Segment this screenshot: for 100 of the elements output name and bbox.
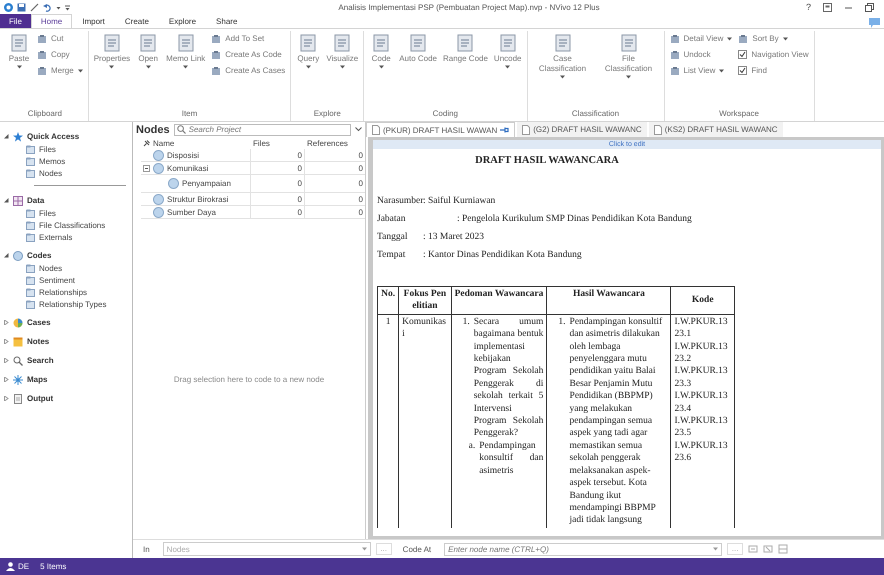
node-name[interactable]: Komunikasi [167,164,208,172]
caret-icon [362,547,367,551]
ribbon-tab[interactable]: Share [206,14,248,28]
ribbon-tab[interactable]: Import [72,14,115,28]
ribbon-button[interactable]: Sort By [738,33,809,44]
search-field[interactable]: Search Project [174,124,351,136]
ribbon-button[interactable]: Create As Cases [211,65,286,76]
in-label: In [143,544,150,554]
column-header: Kode [670,286,734,314]
table-cell: 1 [378,314,399,528]
help-button[interactable]: ? [806,2,811,12]
pencil-icon[interactable] [30,2,39,12]
checkbox[interactable] [738,50,748,59]
node-name[interactable]: Penyampaian [182,179,231,188]
item-count: 5 Items [40,562,66,571]
navigation-item[interactable]: Memos [39,156,66,166]
field-label: Narasumber [377,196,423,206]
collapsed-arrow-icon[interactable] [4,320,9,325]
column-header[interactable]: Files [251,137,305,149]
ribbon-button[interactable]: Detail View [670,33,732,44]
navigation-item[interactable]: Nodes [39,168,62,178]
ribbon-button[interactable]: Range Code [443,33,488,64]
column-header[interactable]: Name [141,137,251,149]
document-tab[interactable]: (KS2) DRAFT HASIL WAWANC [648,122,783,137]
list-marker: a. [468,440,476,453]
code-line: I.W.PKUR.13 [674,316,729,328]
navigation-section[interactable]: Maps [27,375,48,384]
ribbon-button[interactable]: Cut [37,33,83,44]
collapse-box-icon[interactable] [143,164,150,172]
ribbon-button[interactable]: List View [670,65,732,76]
document-tab[interactable]: (PKUR) DRAFT HASIL WAWAN [366,122,516,137]
navigation-item[interactable]: Externals [39,232,72,242]
expanded-arrow-icon[interactable] [4,134,9,139]
customize-icon[interactable] [65,2,70,12]
ribbon-button[interactable]: Open [136,33,160,69]
ribbon-group-label: Explore [312,109,342,120]
navigation-section[interactable]: Data [27,196,44,205]
ribbon-button[interactable]: Properties [94,33,130,69]
ribbon-button[interactable]: File Classification [598,33,658,79]
field-value: : Kantor Dinas Pendidikan Kota Bandung [423,250,582,260]
checkbox-label[interactable]: Navigation View [751,50,809,59]
node-name[interactable]: Struktur Birokrasi [167,194,228,204]
ribbon-tab[interactable]: Explore [158,14,206,28]
node-name[interactable]: Sumber Daya [167,208,216,216]
ribbon-button[interactable]: Query [296,33,320,69]
restore-icon[interactable] [865,2,874,12]
field-value: : Pengelola Kurikulum SMP Dinas Pendidikan Kota Bandung [457,214,692,224]
ribbon-button[interactable]: Merge [37,65,83,76]
navigation-item[interactable]: Files [39,144,56,154]
network-icon [13,374,23,384]
navigation-item[interactable]: Relationships [39,288,88,296]
node-name[interactable]: Disposisi [167,150,200,160]
circle-icon [168,178,179,189]
caret-icon[interactable] [355,127,362,132]
navigation-item[interactable]: Nodes [39,264,62,272]
ribbon-button[interactable]: Paste [7,33,31,69]
ribbon-button[interactable]: Uncode [494,33,522,69]
collapsed-arrow-icon[interactable] [4,377,9,382]
navigation-section[interactable]: Codes [27,251,52,260]
ribbon-display-icon[interactable] [823,2,832,12]
ribbon-button[interactable]: Undock [670,49,732,60]
navigation-section[interactable]: Notes [27,337,50,346]
ribbon-button[interactable]: Copy [37,49,83,60]
ribbon-button[interactable]: Code [369,33,394,69]
collapsed-arrow-icon[interactable] [4,396,9,401]
undo-icon[interactable] [43,2,52,12]
ribbon-button[interactable]: Auto Code [399,33,437,64]
ribbon-button[interactable]: Case Classification [532,33,592,79]
list-text: Pendampingan konsultif dan asimetris [479,440,544,478]
ribbon-button[interactable]: Visualize [326,33,358,69]
expanded-arrow-icon[interactable] [4,198,9,203]
navigation-item[interactable]: Relationship Types [39,300,106,308]
navigation-item[interactable]: Sentiment [39,276,76,284]
table-cell: 0 [251,162,305,174]
checkbox[interactable] [738,66,748,75]
folder-tile-icon [26,208,35,218]
navigation-item[interactable]: Files [39,208,56,218]
table-cell-text: 0 [358,150,364,161]
ribbon-tab[interactable]: Create [114,14,159,28]
column-header: Pedoman Wawancara [451,286,547,314]
document-tab[interactable]: (G2) DRAFT HASIL WAWANC [517,122,647,137]
ribbon-tab[interactable]: File [0,14,31,28]
node-name-field[interactable]: Enter node name (CTRL+Q) [444,542,722,556]
ribbon-button[interactable]: Create As Code [211,49,286,60]
column-header[interactable]: References [305,137,365,149]
navigation-section[interactable]: Search [27,356,54,365]
ribbon-tab[interactable]: Home [30,14,72,28]
collapsed-arrow-icon[interactable] [4,358,9,363]
checkbox-label[interactable]: Find [751,66,767,75]
navigation-item[interactable]: File Classifications [39,220,106,230]
navigation-section[interactable]: Output [27,394,54,403]
navigation-section[interactable]: Quick Access [27,132,80,141]
navigation-section[interactable]: Cases [27,318,51,327]
ribbon-button[interactable]: Memo Link [166,33,206,69]
save-icon[interactable] [17,2,26,12]
pin-icon[interactable] [500,127,510,133]
code-line: 23.5 [674,427,692,440]
expanded-arrow-icon[interactable] [4,253,9,258]
collapsed-arrow-icon[interactable] [4,339,9,344]
ribbon-button[interactable]: Add To Set [211,33,286,44]
